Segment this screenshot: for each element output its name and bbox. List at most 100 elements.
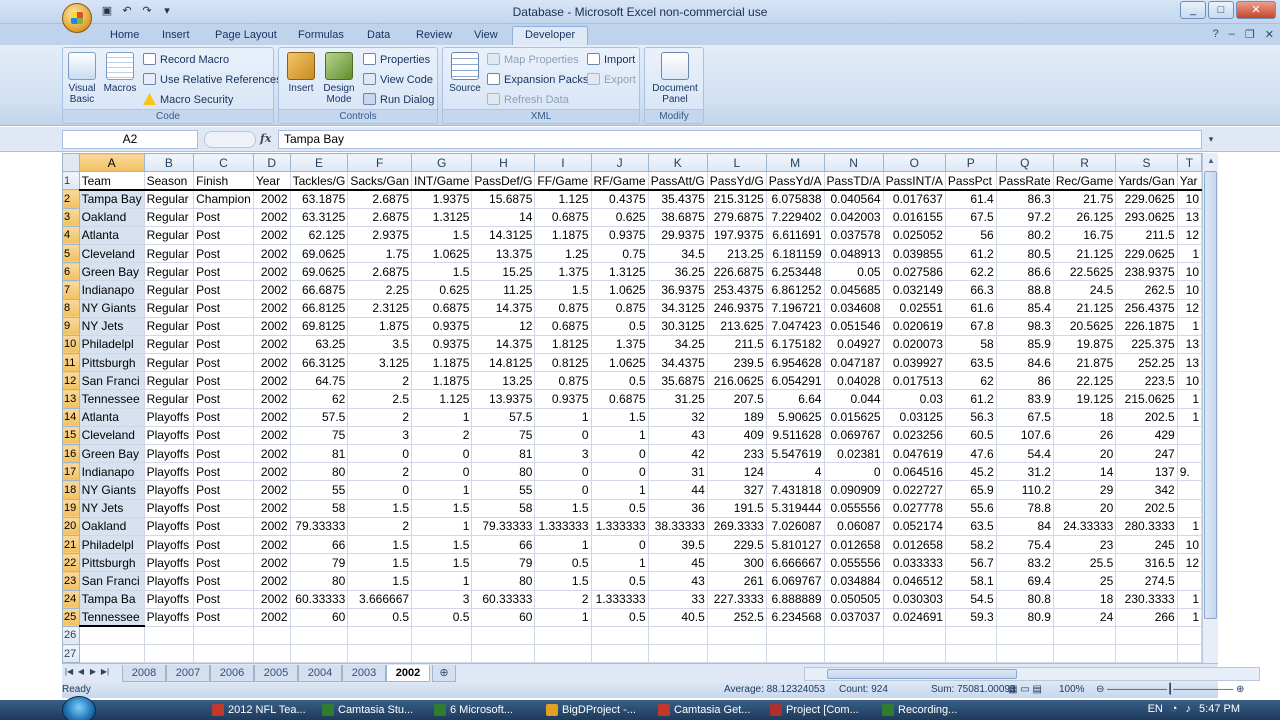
cell[interactable]: 56.7	[944, 553, 997, 573]
cell[interactable]: PassYd/G	[706, 171, 767, 191]
cell[interactable]	[995, 625, 1054, 646]
cell[interactable]: 62.125	[289, 225, 349, 245]
cell[interactable]	[1115, 625, 1178, 646]
cell[interactable]: 34.4375	[647, 353, 708, 373]
cell[interactable]: FF/Game	[534, 171, 592, 191]
tab-home[interactable]: Home	[108, 27, 141, 45]
cell[interactable]: 2002	[252, 243, 291, 264]
cell[interactable]: 79	[471, 553, 536, 573]
cell[interactable]: 30.3125	[647, 316, 708, 336]
cell[interactable]: 12	[1176, 553, 1202, 573]
ribbon-close-icon[interactable]: ✕	[1265, 28, 1274, 41]
cell[interactable]: 1.3125	[590, 262, 649, 282]
cell[interactable]: Team	[78, 171, 145, 191]
cell[interactable]: 13	[1176, 353, 1202, 373]
cell[interactable]: 2002	[252, 280, 291, 300]
cell[interactable]: 266	[1115, 607, 1178, 627]
cell[interactable]: 2002	[252, 389, 291, 409]
cell[interactable]: 35.6875	[647, 371, 708, 391]
cell[interactable]: 0	[411, 443, 473, 464]
row-header[interactable]: 22	[62, 553, 80, 573]
cell[interactable]: 83.9	[995, 389, 1054, 409]
cell[interactable]: 0.6875	[411, 298, 473, 318]
cell[interactable]: 6.954628	[765, 353, 825, 373]
cell[interactable]: 1.5	[534, 498, 592, 518]
cell[interactable]: 0.5	[590, 607, 649, 627]
cell[interactable]: 223.5	[1115, 371, 1178, 391]
cell[interactable]: 13	[1176, 334, 1202, 355]
cell[interactable]: 1	[411, 571, 473, 591]
cell[interactable]: 2002	[252, 589, 291, 609]
row-header[interactable]: 9	[62, 316, 80, 336]
cell[interactable]: 0.017637	[882, 189, 946, 209]
cell[interactable]: 85.9	[995, 334, 1054, 355]
cell[interactable]: 0.037578	[823, 225, 884, 245]
cell[interactable]: 12	[471, 316, 536, 336]
cell[interactable]: 215.3125	[706, 189, 767, 209]
cell[interactable]: Post	[193, 389, 254, 409]
cell[interactable]: Regular	[143, 207, 195, 227]
cell[interactable]: 1.1875	[411, 353, 473, 373]
cell[interactable]	[143, 625, 195, 646]
row-header[interactable]: 7	[62, 280, 80, 300]
cell[interactable]: 0.023256	[882, 425, 946, 446]
cell[interactable]: 1.125	[411, 389, 473, 409]
cell[interactable]: Pittsburgh	[78, 353, 145, 373]
cell[interactable]: 65.9	[944, 480, 997, 500]
cell[interactable]: 29.9375	[647, 225, 708, 245]
cell[interactable]: 60.33333	[471, 589, 536, 609]
cell[interactable]: 0.9375	[411, 334, 473, 355]
row-header[interactable]: 24	[62, 589, 80, 609]
export-button[interactable]: Export	[587, 72, 636, 89]
design-mode-button[interactable]: Design Mode	[319, 52, 359, 105]
view-code-button[interactable]: View Code	[363, 72, 433, 89]
row-header[interactable]: 19	[62, 498, 80, 518]
cell[interactable]: 23	[1052, 534, 1117, 555]
row-header[interactable]: 17	[62, 462, 80, 482]
cell[interactable]: Tampa Bay	[78, 189, 145, 209]
cell[interactable]: 0.8125	[534, 353, 592, 373]
cell[interactable]: 253.4375	[706, 280, 767, 300]
cell[interactable]: 2.6875	[347, 189, 413, 209]
cell[interactable]: 0.6875	[590, 389, 649, 409]
cell[interactable]: 256.4375	[1115, 298, 1178, 318]
cell[interactable]: 0.025052	[882, 225, 946, 245]
cell[interactable]: 0.015625	[823, 407, 884, 427]
cell[interactable]: 327	[706, 480, 767, 500]
cell[interactable]: 211.5	[706, 334, 767, 355]
cell[interactable]: 54.4	[995, 443, 1054, 464]
cell[interactable]: Post	[193, 443, 254, 464]
import-button[interactable]: Import	[587, 52, 635, 69]
cell[interactable]: 10	[1176, 262, 1202, 282]
cell[interactable]: 0.9375	[534, 389, 592, 409]
first-sheet-icon[interactable]: |◀	[64, 667, 74, 676]
cell[interactable]: 6.181159	[765, 243, 825, 264]
column-header[interactable]: T	[1176, 153, 1202, 173]
cell[interactable]: 1	[1176, 243, 1202, 264]
cell[interactable]: 13.9375	[471, 389, 536, 409]
cell[interactable]: 0.6875	[534, 316, 592, 336]
cell[interactable]: 35.4375	[647, 189, 708, 209]
cell[interactable]: Post	[193, 207, 254, 227]
cell[interactable]: 1	[1176, 589, 1202, 609]
network-icon[interactable]: ◔	[1171, 703, 1178, 715]
cell[interactable]: 1.125	[534, 189, 592, 209]
cell[interactable]: 0.5	[347, 607, 413, 627]
column-header[interactable]: I	[534, 153, 592, 173]
cell[interactable]: 0.875	[534, 371, 592, 391]
cell[interactable]: 2002	[252, 607, 291, 627]
taskbar-item[interactable]: BigDProject -...	[544, 702, 652, 718]
cell[interactable]: RF/Game	[590, 171, 649, 191]
scroll-up-icon[interactable]: ▲	[1203, 153, 1219, 169]
cell[interactable]: INT/Game	[411, 171, 473, 191]
close-button[interactable]: ✕	[1236, 1, 1276, 19]
cell[interactable]: 31	[647, 462, 708, 482]
cell[interactable]: 80.8	[995, 589, 1054, 609]
cell[interactable]: NY Giants	[78, 480, 145, 500]
cell[interactable]: 39.5	[647, 534, 708, 555]
cell[interactable]: 0.017513	[882, 371, 946, 391]
cell[interactable]: 61.6	[944, 298, 997, 318]
cell[interactable]: 262.5	[1115, 280, 1178, 300]
cell[interactable]: 66.3	[944, 280, 997, 300]
help-icon[interactable]: ?	[1213, 28, 1219, 41]
